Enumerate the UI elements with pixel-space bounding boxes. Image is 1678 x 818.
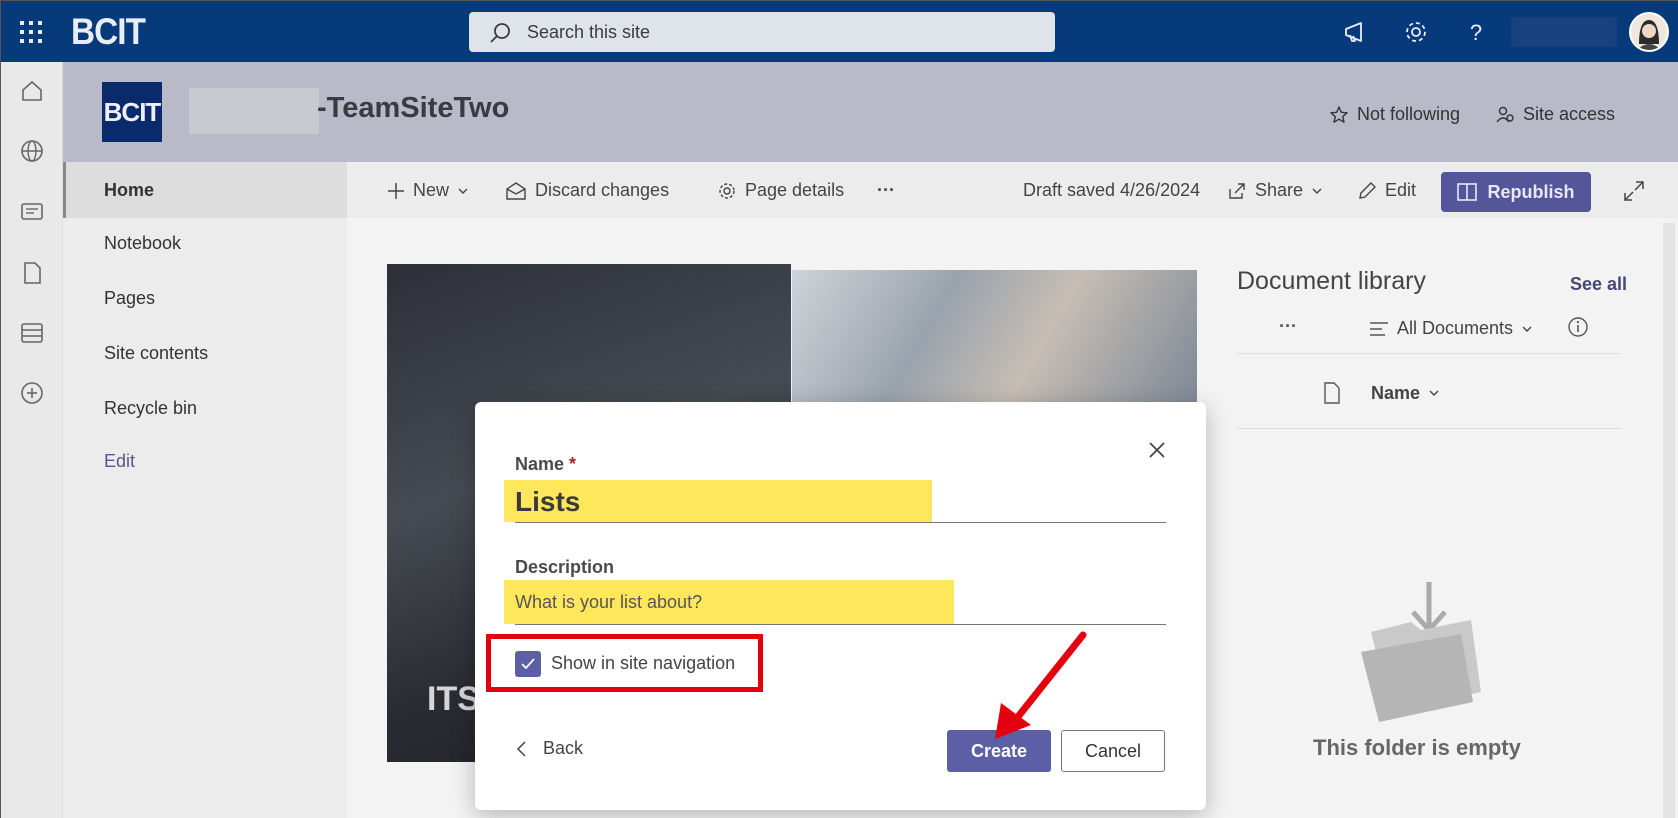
- site-name-redacted: [189, 88, 319, 134]
- checkmark-icon: [521, 658, 535, 670]
- share-icon: [1229, 182, 1245, 199]
- name-field-label: Name *: [515, 454, 576, 475]
- search-input[interactable]: [527, 18, 1027, 46]
- nav-item-notebook[interactable]: Notebook: [104, 233, 181, 254]
- view-list-icon: [1370, 321, 1388, 336]
- follow-label: Not following: [1357, 104, 1461, 124]
- share-label: Share: [1255, 180, 1304, 200]
- republish-label: Republish: [1487, 181, 1575, 202]
- nav-item-recycle-bin[interactable]: Recycle bin: [104, 398, 197, 419]
- chevron-down-icon: [1429, 390, 1439, 396]
- avatar[interactable]: [1629, 12, 1669, 52]
- discard-icon: [506, 181, 526, 200]
- search-box[interactable]: [469, 12, 1055, 52]
- nav-item-home[interactable]: Home: [104, 180, 154, 201]
- expand-icon[interactable]: [1623, 180, 1645, 202]
- list-icon[interactable]: [19, 320, 45, 346]
- doclib-more-icon[interactable]: ···: [1279, 316, 1297, 337]
- draft-status: Draft saved 4/26/2024: [1023, 180, 1201, 200]
- gear-icon: [719, 182, 735, 199]
- site-access-label: Site access: [1523, 104, 1616, 124]
- chevron-down-icon: [1522, 326, 1532, 332]
- news-icon[interactable]: [19, 198, 45, 224]
- chevron-down-icon: [1312, 188, 1322, 194]
- file-type-icon: [1324, 382, 1340, 404]
- search-icon: [490, 23, 510, 43]
- help-icon[interactable]: ?: [1461, 17, 1491, 47]
- plus-icon: [388, 182, 404, 199]
- back-button[interactable]: Back: [515, 738, 583, 759]
- name-input[interactable]: [515, 486, 945, 518]
- more-options-icon[interactable]: ···: [877, 180, 895, 201]
- add-circle-icon[interactable]: [19, 380, 45, 406]
- site-logo[interactable]: BCIT: [102, 82, 162, 142]
- description-input[interactable]: [515, 592, 975, 613]
- divider: [1237, 428, 1621, 429]
- account-name-redacted[interactable]: [1511, 17, 1617, 47]
- close-icon[interactable]: [1145, 438, 1169, 462]
- name-label-text: Name: [515, 454, 565, 474]
- show-in-navigation-checkbox[interactable]: [515, 651, 541, 677]
- book-icon: [1457, 183, 1478, 201]
- brand-logo[interactable]: BCIT: [71, 11, 146, 53]
- annotation-arrow-icon: [995, 631, 1087, 739]
- view-label: All Documents: [1397, 318, 1514, 338]
- page-scrollbar[interactable]: [1663, 223, 1675, 818]
- page-details-label: Page details: [745, 180, 845, 200]
- site-header: BCIT -TeamSiteTwo Not following Site acc…: [63, 62, 1678, 162]
- name-column-label: Name: [1371, 382, 1421, 403]
- app-launcher-icon[interactable]: [19, 20, 43, 44]
- name-field-underline: [515, 522, 1166, 523]
- page-details-button[interactable]: Page details: [717, 180, 844, 201]
- description-field-label: Description: [515, 557, 615, 577]
- svg-text:?: ?: [1470, 20, 1482, 45]
- discard-label: Discard changes: [535, 180, 670, 200]
- suite-bar: BCIT ?: [1, 1, 1678, 62]
- show-in-navigation-label[interactable]: Show in site navigation: [551, 653, 735, 674]
- new-label: New: [413, 180, 450, 200]
- back-label: Back: [543, 738, 584, 758]
- edit-button[interactable]: Edit: [1357, 180, 1416, 201]
- hero-image-right[interactable]: [792, 270, 1197, 410]
- site-title[interactable]: -TeamSiteTwo: [317, 92, 509, 125]
- file-icon[interactable]: [19, 260, 45, 286]
- document-library-toolbar: ··· All Documents: [1237, 302, 1621, 354]
- create-list-dialog: Name * Description Show in site navigati…: [475, 402, 1206, 810]
- globe-icon[interactable]: [19, 138, 45, 164]
- edit-label: Edit: [1385, 180, 1417, 200]
- gear-icon[interactable]: [1401, 17, 1431, 47]
- nav-item-site-contents[interactable]: Site contents: [104, 343, 208, 364]
- nav-edit-link[interactable]: Edit: [104, 451, 135, 472]
- follow-button[interactable]: Not following: [1329, 104, 1460, 125]
- pencil-icon: [1359, 181, 1376, 199]
- megaphone-icon[interactable]: [1341, 17, 1371, 47]
- see-all-link[interactable]: See all: [1570, 274, 1627, 295]
- nav-item-pages[interactable]: Pages: [104, 288, 155, 309]
- info-icon[interactable]: [1567, 316, 1589, 338]
- name-column-header[interactable]: Name: [1323, 382, 1440, 404]
- description-field-underline: [515, 624, 1166, 625]
- app-rail: [1, 62, 63, 818]
- discard-changes-button[interactable]: Discard changes: [505, 180, 669, 201]
- chevron-down-icon: [458, 188, 468, 194]
- home-icon[interactable]: [19, 78, 45, 104]
- republish-button[interactable]: Republish: [1441, 172, 1591, 212]
- view-selector[interactable]: All Documents: [1369, 318, 1533, 339]
- empty-folder-icon: [1361, 582, 1481, 722]
- new-button[interactable]: New: [387, 180, 469, 201]
- empty-folder-message: This folder is empty: [1313, 735, 1521, 760]
- required-marker: *: [569, 454, 577, 474]
- chevron-left-icon: [516, 740, 526, 757]
- share-button[interactable]: Share: [1227, 180, 1323, 201]
- star-icon: [1330, 105, 1348, 123]
- people-icon: [1496, 106, 1514, 122]
- hero-overlay-text: ITS: [427, 680, 480, 718]
- site-navigation: Home Notebook Pages Site contents Recycl…: [63, 162, 347, 818]
- site-access-button[interactable]: Site access: [1495, 104, 1615, 125]
- document-library-title: Document library: [1237, 267, 1426, 295]
